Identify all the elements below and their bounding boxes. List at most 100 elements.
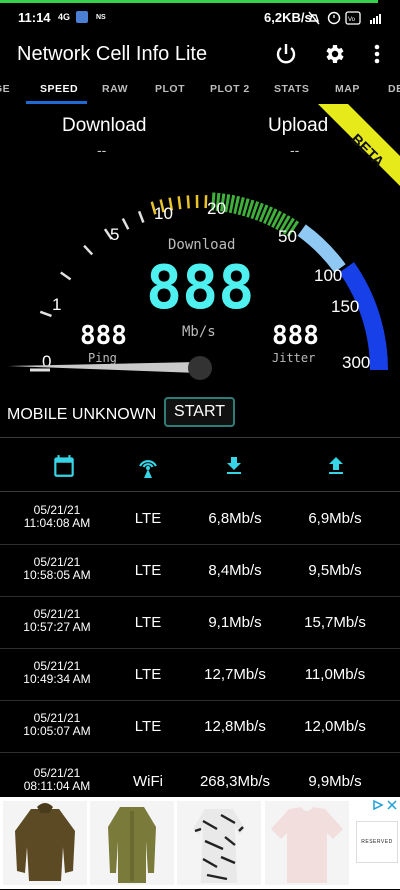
gauge-center-label: Download: [168, 237, 235, 253]
divider: [0, 437, 400, 438]
scale-label-300: 300: [342, 353, 370, 372]
gauge-tick: [84, 246, 92, 255]
calendar-icon[interactable]: [48, 450, 80, 482]
data-speed: 6,2KB/s: [264, 10, 312, 25]
row-tech: LTE: [118, 614, 178, 631]
tab-stats[interactable]: STATS: [274, 83, 309, 95]
download-icon[interactable]: [218, 450, 250, 482]
row-datetime: 05/21/2110:57:27 AM: [12, 608, 102, 634]
tab-raw[interactable]: RAW: [102, 83, 128, 95]
divider: [0, 491, 400, 492]
ad-choices-icon[interactable]: [372, 799, 384, 811]
signal-icon: [370, 14, 381, 24]
progress-line: [0, 0, 378, 3]
tab-map[interactable]: MAP: [335, 83, 360, 95]
ad-brand-logo[interactable]: RESERVED: [356, 821, 398, 863]
ad-product-jacket[interactable]: [3, 801, 87, 885]
needle-pivot: [188, 356, 212, 380]
settings-icon[interactable]: [322, 42, 346, 66]
status-bar: 11:14 4G NS 6,2KB/s Vo: [0, 0, 400, 36]
scale-label-5: 5: [110, 225, 119, 244]
unit-label: Mb/s: [182, 324, 216, 340]
row-download: 6,8Mb/s: [190, 510, 280, 527]
download-label: Download: [62, 115, 147, 137]
app-title: Network Cell Info Lite: [17, 43, 207, 66]
gauge-tick: [179, 196, 181, 209]
tab-plot[interactable]: PLOT: [155, 83, 185, 95]
row-upload: 9,5Mb/s: [290, 562, 380, 579]
power-icon[interactable]: [274, 42, 298, 66]
ad-product-zebra-dress[interactable]: [177, 801, 261, 885]
history-row[interactable]: 05/21/2110:05:07 AM LTE 12,8Mb/s 12,0Mb/…: [0, 701, 400, 753]
history-row[interactable]: 05/21/2110:49:34 AM LTE 12,7Mb/s 11,0Mb/…: [0, 649, 400, 701]
alarm-icon: [329, 13, 340, 24]
ping-label: Ping: [88, 351, 117, 365]
history-row[interactable]: 05/21/2110:57:27 AM LTE 9,1Mb/s 15,7Mb/s: [0, 597, 400, 649]
row-tech: LTE: [118, 718, 178, 735]
row-tech: LTE: [118, 510, 178, 527]
row-download: 12,7Mb/s: [190, 666, 280, 683]
network-status: MOBILE UNKNOWN: [7, 406, 156, 424]
ad-brand-text: RESERVED: [361, 839, 392, 845]
scale-label-150: 150: [331, 297, 359, 316]
scale-label-1: 1: [52, 295, 61, 314]
row-download: 8,4Mb/s: [190, 562, 280, 579]
row-download: 12,8Mb/s: [190, 718, 280, 735]
scale-label-20: 20: [207, 199, 226, 218]
upload-icon[interactable]: [320, 450, 352, 482]
row-datetime: 05/21/2111:04:08 AM: [12, 504, 102, 530]
antenna-icon[interactable]: [132, 450, 164, 482]
row-upload: 9,9Mb/s: [290, 773, 380, 790]
scale-label-50: 50: [278, 227, 297, 246]
row-download: 9,1Mb/s: [190, 614, 280, 631]
row-datetime: 05/21/2108:11:04 AM: [12, 767, 102, 793]
speed-gauge: 0 1 5 10 20 50 100 150 300 Download 888 …: [0, 160, 400, 390]
gauge-tick: [188, 195, 189, 208]
history-row[interactable]: 05/21/2111:04:08 AM LTE 6,8Mb/s 6,9Mb/s: [0, 493, 400, 545]
row-upload: 12,0Mb/s: [290, 718, 380, 735]
start-button[interactable]: START: [164, 397, 235, 427]
ad-product-coat[interactable]: [90, 801, 174, 885]
ad-product-tshirt[interactable]: [265, 801, 349, 885]
row-datetime: 05/21/2110:49:34 AM: [12, 660, 102, 686]
tab-bar: GE SPEED RAW PLOT PLOT 2 STATS MAP DE: [0, 76, 400, 104]
jitter-digits: 888: [272, 321, 319, 351]
row-upload: 6,9Mb/s: [290, 510, 380, 527]
ad-banner[interactable]: RESERVED: [0, 797, 400, 889]
active-tab-indicator: [26, 101, 87, 104]
app-bar: Network Cell Info Lite: [0, 36, 400, 76]
tab-plot-2[interactable]: PLOT 2: [210, 83, 250, 95]
mute-icon: [309, 12, 319, 24]
row-upload: 11,0Mb/s: [290, 666, 380, 683]
status-icons: Vo: [308, 10, 388, 26]
row-tech: WiFi: [118, 773, 178, 790]
ns-indicator: NS: [96, 14, 106, 21]
row-datetime: 05/21/2110:05:07 AM: [12, 712, 102, 738]
upload-value: --: [290, 142, 299, 158]
tab-speed[interactable]: SPEED: [40, 83, 78, 95]
scale-label-100: 100: [314, 266, 342, 285]
scale-label-0: 0: [42, 352, 51, 371]
ping-digits: 888: [80, 321, 127, 351]
more-vert-icon[interactable]: [370, 42, 384, 66]
app-notification-icon: [76, 11, 88, 23]
gauge-tick: [123, 219, 128, 230]
tab-device[interactable]: DE: [388, 83, 400, 95]
network-type: 4G: [58, 12, 70, 22]
tab-general[interactable]: GE: [0, 83, 10, 95]
row-download: 268,3Mb/s: [190, 773, 280, 790]
scale-label-10: 10: [154, 204, 173, 223]
download-value: --: [97, 142, 106, 158]
gauge-tick: [61, 272, 71, 279]
gauge-tick: [139, 211, 143, 222]
volte-icon: Vo: [346, 12, 360, 24]
row-tech: LTE: [118, 562, 178, 579]
clock: 11:14: [18, 10, 51, 25]
download-digits: 888: [146, 253, 254, 323]
row-upload: 15,7Mb/s: [290, 614, 380, 631]
row-tech: LTE: [118, 666, 178, 683]
controls-row: MOBILE UNKNOWN START: [0, 393, 400, 435]
gauge-tick: [40, 312, 51, 316]
ad-close-icon[interactable]: [386, 799, 398, 811]
history-row[interactable]: 05/21/2110:58:05 AM LTE 8,4Mb/s 9,5Mb/s: [0, 545, 400, 597]
